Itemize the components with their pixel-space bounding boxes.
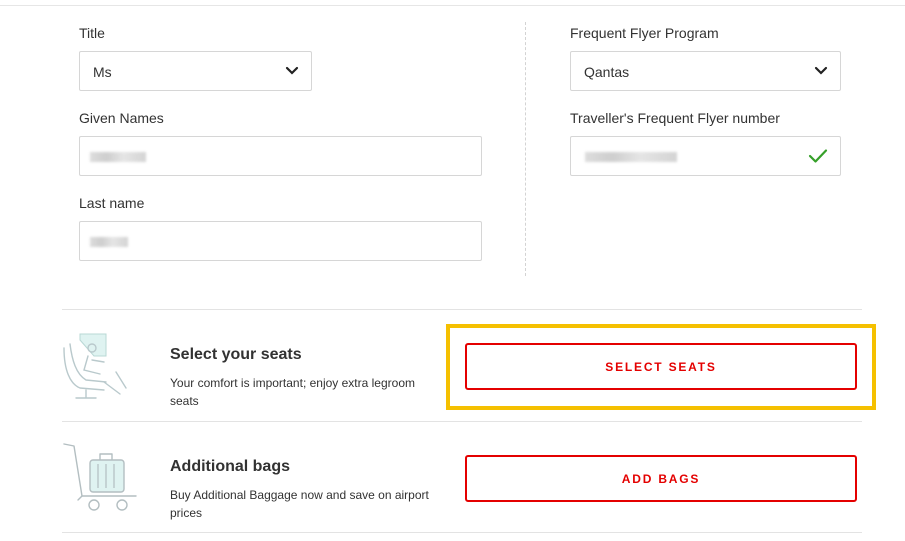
redacted-ff-number — [585, 152, 677, 162]
last-name-input[interactable] — [79, 221, 482, 261]
column-divider — [525, 22, 526, 276]
redacted-given-names — [90, 152, 146, 162]
section-divider — [62, 421, 862, 422]
section-divider — [62, 532, 862, 533]
add-bags-button[interactable]: ADD BAGS — [465, 455, 857, 502]
highlight-box — [446, 324, 876, 410]
ff-program-select[interactable]: Qantas — [570, 51, 841, 91]
last-name-label: Last name — [79, 195, 145, 211]
service-title: Select your seats — [170, 346, 302, 363]
service-title: Additional bags — [170, 458, 290, 475]
checkmark-icon — [808, 149, 828, 163]
ff-program-select-value: Qantas — [584, 64, 630, 80]
chevron-down-icon — [285, 66, 299, 75]
ff-number-input[interactable] — [570, 136, 841, 176]
section-divider — [62, 309, 862, 310]
title-select-value: Ms — [93, 64, 112, 80]
given-names-input[interactable] — [79, 136, 482, 176]
service-description: Buy Additional Baggage now and save on a… — [170, 488, 429, 520]
top-divider — [0, 5, 905, 6]
title-select[interactable]: Ms — [79, 51, 312, 91]
ff-program-label: Frequent Flyer Program — [570, 25, 719, 41]
chevron-down-icon — [814, 66, 828, 75]
given-names-label: Given Names — [79, 110, 164, 126]
title-label: Title — [79, 25, 105, 41]
redacted-last-name — [90, 237, 128, 247]
ff-number-label: Traveller's Frequent Flyer number — [570, 110, 780, 126]
seat-icon — [63, 333, 127, 399]
service-description: Your comfort is important; enjoy extra l… — [170, 376, 415, 408]
luggage-trolley-icon — [63, 443, 137, 511]
